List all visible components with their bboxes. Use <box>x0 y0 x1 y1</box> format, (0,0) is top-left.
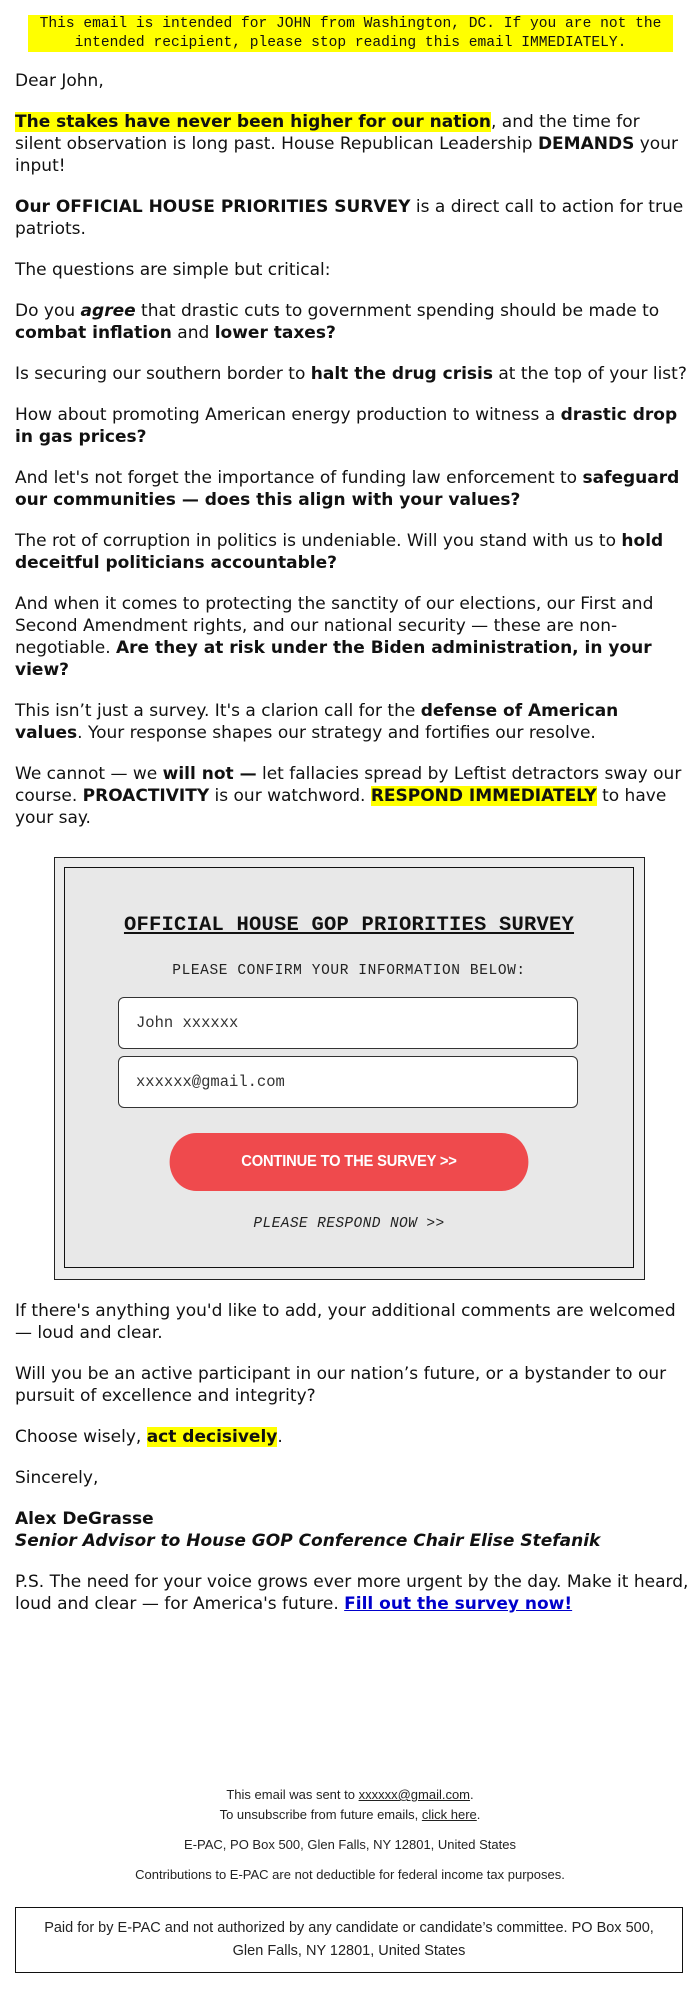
text: And let's not forget the importance of f… <box>15 468 583 488</box>
survey-title: OFFICIAL HOUSE GOP PRIORITIES SURVEY <box>123 914 575 937</box>
postscript: P.S. The need for your voice grows ever … <box>15 1571 690 1615</box>
please-respond-now-text: PLEASE RESPOND NOW >> <box>253 1216 445 1232</box>
paragraph-participant: Will you be an active participant in our… <box>15 1364 667 1406</box>
sent-to-line: This email was sent to xxxxxx@gmail.com. <box>0 1785 700 1805</box>
paragraph-stakes: The stakes have never been higher for ou… <box>15 111 690 177</box>
paragraph-additional-comments: If there's anything you'd like to add, y… <box>15 1301 676 1343</box>
recipient-email-link[interactable]: xxxxxx@gmail.com <box>359 1787 470 1802</box>
paragraph-questions-intro: The questions are simple but critical: <box>15 260 331 280</box>
highlight-act-decisively: act decisively <box>146 1427 278 1447</box>
paragraph-respond: We cannot — we will not — let fallacies … <box>15 763 690 829</box>
paragraph-question-corruption: The rot of corruption in politics is und… <box>15 530 690 574</box>
paragraph-clarion-call: This isn’t just a survey. It's a clarion… <box>15 700 690 744</box>
bold-survey-name: Our OFFICIAL HOUSE PRIORITIES SURVEY <box>15 197 411 217</box>
footer-tax-notice: Contributions to E-PAC are not deductibl… <box>135 1867 565 1882</box>
text: . <box>277 1427 283 1447</box>
email-closing: If there's anything you'd like to add, y… <box>15 1300 690 1634</box>
paid-for-disclaimer: Paid for by E-PAC and not authorized by … <box>15 1907 683 1973</box>
text: and <box>171 323 215 343</box>
recipient-warning-banner: This email is intended for JOHN from Was… <box>28 15 673 52</box>
survey-subtitle: PLEASE CONFIRM YOUR INFORMATION BELOW: <box>172 963 526 979</box>
fill-out-survey-link[interactable]: Fill out the survey now! <box>344 1594 572 1614</box>
footer-recipient-info: This email was sent to xxxxxx@gmail.com.… <box>0 1785 700 1825</box>
highlight-respond-immediately: RESPOND IMMEDIATELY <box>370 786 597 806</box>
name-input[interactable] <box>118 997 578 1049</box>
signoff: Sincerely, <box>15 1468 99 1488</box>
bold-will-not: will not — <box>162 764 257 784</box>
text: . Your response shapes our strategy and … <box>77 723 596 743</box>
highlight-stakes: The stakes have never been higher for ou… <box>15 112 491 132</box>
email-body: Dear John, The stakes have never been hi… <box>15 70 690 848</box>
bold-taxes: lower taxes? <box>214 323 336 343</box>
bold-italic-agree: agree <box>80 301 136 321</box>
bold-inflation: combat inflation <box>15 323 172 343</box>
text: is our watchword. <box>209 786 371 806</box>
text: To unsubscribe from future emails, <box>219 1807 422 1822</box>
email-input[interactable] <box>118 1056 578 1108</box>
text: Do you <box>15 301 81 321</box>
paragraph-question-elections: And when it comes to protecting the sanc… <box>15 593 690 681</box>
paragraph-question-law-enforcement: And let's not forget the importance of f… <box>15 467 690 511</box>
bold-demands: DEMANDS <box>537 134 635 154</box>
text: Choose wisely, <box>15 1427 147 1447</box>
signature: Alex DeGrasse Senior Advisor to House GO… <box>15 1508 690 1552</box>
text: This email was sent to <box>226 1787 359 1802</box>
survey-card-outer: OFFICIAL HOUSE GOP PRIORITIES SURVEY PLE… <box>54 857 645 1280</box>
footer-address: E-PAC, PO Box 500, Glen Falls, NY 12801,… <box>184 1837 516 1852</box>
text: How about promoting American energy prod… <box>15 405 561 425</box>
text: We cannot — we <box>15 764 163 784</box>
survey-card: OFFICIAL HOUSE GOP PRIORITIES SURVEY PLE… <box>64 867 634 1268</box>
paragraph-question-spending: Do you agree that drastic cuts to govern… <box>15 300 690 344</box>
paragraph-question-energy: How about promoting American energy prod… <box>15 404 690 448</box>
bold-drug-crisis: halt the drug crisis <box>310 364 493 384</box>
paragraph-choose-wisely: Choose wisely, act decisively. <box>15 1426 690 1448</box>
bold-proactivity: PROACTIVITY <box>82 786 210 806</box>
unsubscribe-link[interactable]: click here <box>422 1807 477 1822</box>
text: that drastic cuts to government spending… <box>135 301 660 321</box>
signer-title: Senior Advisor to House GOP Conference C… <box>15 1531 601 1551</box>
text: . <box>470 1787 474 1802</box>
text: at the top of your list? <box>492 364 687 384</box>
text: This isn’t just a survey. It's a clarion… <box>15 701 421 721</box>
signer-name: Alex DeGrasse <box>15 1509 154 1529</box>
text: Is securing our southern border to <box>15 364 311 384</box>
unsubscribe-line: To unsubscribe from future emails, click… <box>0 1805 700 1825</box>
text: . <box>476 1807 481 1822</box>
paragraph-survey-intro: Our OFFICIAL HOUSE PRIORITIES SURVEY is … <box>15 196 690 240</box>
greeting: Dear John, <box>15 71 104 91</box>
text: The rot of corruption in politics is und… <box>15 531 622 551</box>
continue-to-survey-button[interactable]: CONTINUE TO THE SURVEY >> <box>169 1133 529 1191</box>
paragraph-question-border: Is securing our southern border to halt … <box>15 363 690 385</box>
